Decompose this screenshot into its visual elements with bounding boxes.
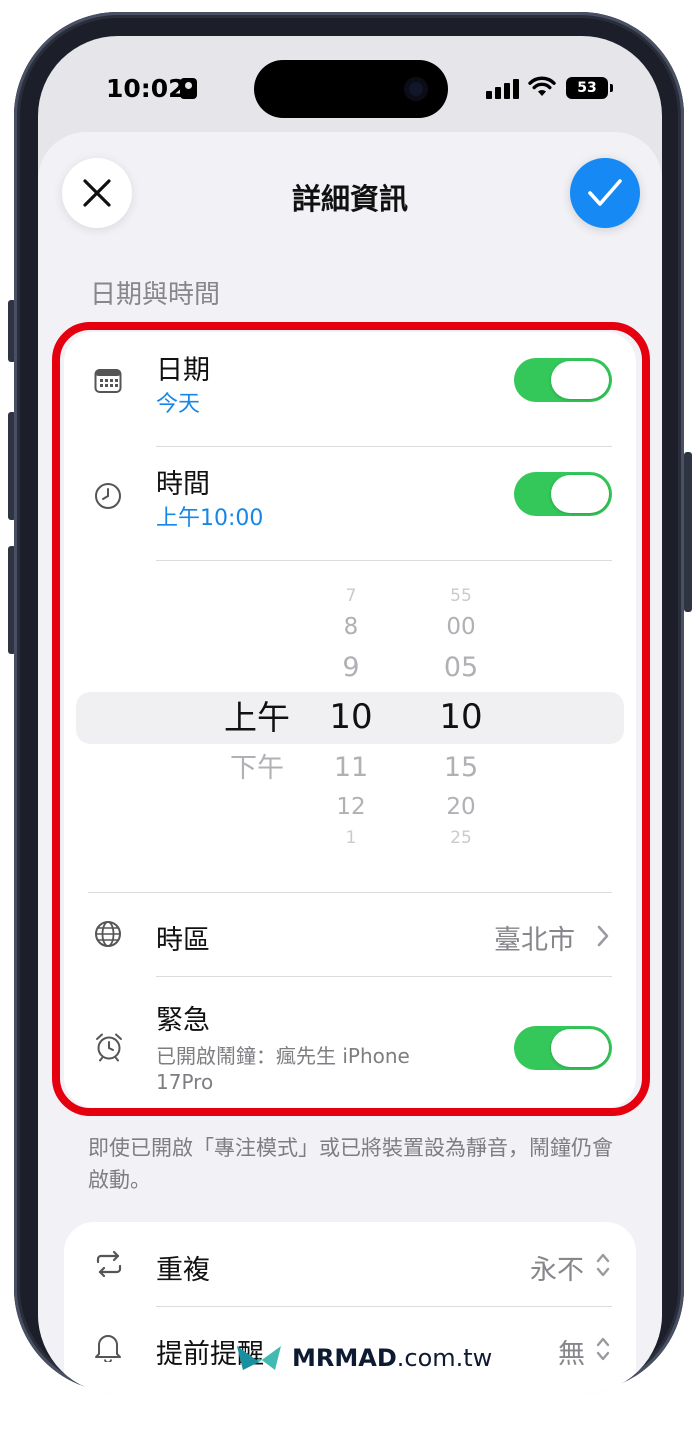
time-toggle[interactable] <box>514 472 612 516</box>
cellular-signal-icon <box>486 79 519 99</box>
picker-ampm-option[interactable]: 下午 <box>212 755 302 782</box>
urgent-subtitle-device: 17Pro <box>156 1070 214 1094</box>
picker-hour-option[interactable]: 7 <box>306 588 396 605</box>
toggle-knob <box>551 1029 609 1067</box>
sheet-nav-bar: 詳細資訊 <box>38 132 662 242</box>
status-time: 10:02 <box>106 74 186 103</box>
picker-hour-option[interactable]: 12 <box>306 796 396 819</box>
urgent-toggle[interactable] <box>514 1026 612 1070</box>
toggle-knob <box>551 361 609 399</box>
clock-icon <box>95 483 121 509</box>
details-sheet: 詳細資訊 日期與時間 日期 今天 時間 上午10:00 上午 下午 7 8 9 … <box>38 132 662 1394</box>
date-toggle[interactable] <box>514 358 612 402</box>
picker-hour-selected[interactable]: 10 <box>306 700 396 734</box>
picker-hour-option[interactable]: 1 <box>306 830 396 847</box>
toggle-knob <box>551 475 609 513</box>
repeat-title: 重複 <box>156 1255 210 1286</box>
date-row[interactable]: 日期 今天 <box>64 332 636 446</box>
power-button <box>684 452 692 612</box>
repeat-row[interactable]: 重複 永不 <box>64 1222 636 1306</box>
time-value: 上午10:00 <box>156 506 264 531</box>
confirm-button[interactable] <box>570 158 640 228</box>
time-picker[interactable]: 上午 下午 7 8 9 10 11 12 1 55 00 05 10 15 20… <box>64 570 636 892</box>
picker-minute-selected[interactable]: 10 <box>416 700 506 734</box>
alarm-clock-icon <box>96 1033 122 1062</box>
mrmad-logo-icon <box>237 1346 281 1370</box>
sheet-title: 詳細資訊 <box>291 182 408 216</box>
picker-minute-option[interactable]: 20 <box>416 796 506 819</box>
picker-minute-option[interactable]: 05 <box>416 654 506 681</box>
timezone-value: 臺北市 <box>494 925 575 956</box>
urgent-row[interactable]: 緊急 已開啟鬧鐘：瘋先生 iPhone 17Pro <box>64 976 636 1108</box>
urgent-subtitle: 已開啟鬧鐘：瘋先生 iPhone <box>156 1044 410 1068</box>
bell-icon <box>95 1335 121 1362</box>
time-title: 時間 <box>156 469 210 500</box>
picker-hour-option[interactable]: 8 <box>306 616 396 639</box>
timezone-title: 時區 <box>156 925 210 956</box>
chevron-up-down-icon <box>596 1253 610 1277</box>
focus-icon <box>180 78 197 99</box>
picker-minute-option[interactable]: 00 <box>416 616 506 639</box>
urgent-footer-note: 即使已開啟「專注模式」或已將裝置設為靜音，鬧鐘仍會啟動。 <box>88 1136 613 1192</box>
date-time-card: 日期 今天 時間 上午10:00 上午 下午 7 8 9 10 11 12 1 … <box>64 332 636 1108</box>
picker-hour-option[interactable]: 11 <box>306 754 396 781</box>
picker-hour-option[interactable]: 9 <box>306 654 396 681</box>
picker-minute-option[interactable]: 15 <box>416 754 506 781</box>
wifi-icon <box>528 76 556 96</box>
watermark-text: MRMAD.com.tw <box>292 1344 493 1372</box>
camera-icon <box>404 77 428 101</box>
divider <box>156 560 612 561</box>
date-value: 今天 <box>156 392 201 417</box>
timezone-row[interactable]: 時區 臺北市 <box>64 892 636 976</box>
time-row[interactable]: 時間 上午10:00 <box>64 446 636 560</box>
picker-minute-option[interactable]: 25 <box>416 830 506 847</box>
chevron-right-icon <box>597 925 609 947</box>
status-bar: 10:02 53 <box>38 36 662 136</box>
watermark: MRMAD.com.tw <box>234 1342 492 1374</box>
picker-ampm-selected[interactable]: 上午 <box>212 701 302 734</box>
section-header-date-time: 日期與時間 <box>90 280 221 310</box>
globe-icon <box>95 921 121 947</box>
screen: 10:02 53 詳細資訊 日期與時間 日期 今天 時間 上午10:00 上午 … <box>38 36 662 1394</box>
repeat-icon <box>96 1250 122 1278</box>
calendar-icon <box>94 369 122 393</box>
battery-indicator: 53 <box>566 77 613 99</box>
repeat-value: 永不 <box>530 1255 584 1286</box>
early-reminder-value: 無 <box>558 1339 585 1370</box>
urgent-title: 緊急 <box>156 1005 210 1036</box>
checkmark-icon <box>588 179 622 206</box>
chevron-up-down-icon <box>596 1337 610 1361</box>
dynamic-island <box>254 60 448 118</box>
date-title: 日期 <box>156 355 210 386</box>
picker-minute-option[interactable]: 55 <box>416 588 506 605</box>
